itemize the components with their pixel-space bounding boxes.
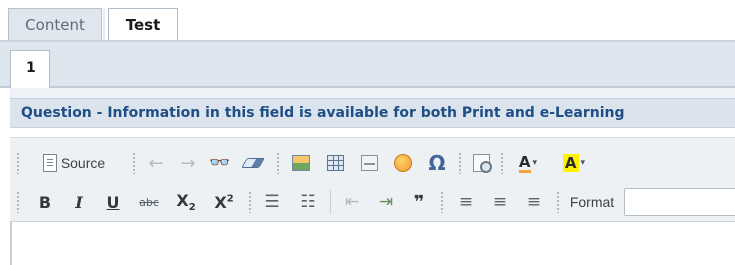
chevron-down-icon: ▾	[580, 158, 586, 168]
numbered-list-button[interactable]: ☰	[258, 188, 286, 216]
italic-button[interactable]: I	[66, 188, 92, 216]
strikethrough-icon: abc	[139, 195, 159, 209]
special-char-icon: Ω	[428, 151, 446, 175]
toolbar-grip[interactable]	[16, 152, 20, 174]
blockquote-icon: ❞	[413, 191, 425, 213]
editor-left-edge	[10, 222, 12, 265]
format-label: Format	[569, 194, 615, 210]
format-select[interactable]	[624, 188, 735, 216]
text-color-icon: A	[518, 152, 531, 173]
editor-content-area[interactable]	[10, 221, 735, 265]
outdent-button[interactable]: ⇤	[338, 188, 366, 216]
strikethrough-button[interactable]: abc	[134, 188, 164, 216]
toolbar-row-2: B I U abc X2 X2 ☰ ☷ ⇤ ⇥ ❞ ≡ ≡ ≡ Format	[10, 185, 735, 219]
panel-title: Question - Information in this field is …	[21, 105, 625, 121]
find-icon: 👓	[209, 153, 231, 173]
panel-top-strip	[10, 88, 735, 98]
remove-format-button[interactable]	[240, 149, 266, 177]
toolbar-grip	[132, 152, 136, 174]
bold-button[interactable]: B	[32, 188, 58, 216]
preview-icon	[472, 154, 492, 173]
indent-icon: ⇥	[378, 192, 394, 212]
image-button[interactable]	[288, 149, 314, 177]
align-center-icon: ≡	[492, 192, 508, 212]
tab-separator	[103, 8, 105, 42]
format-label-container: Format	[566, 188, 618, 216]
chevron-down-icon: ▾	[532, 158, 538, 168]
toolbar-grip	[248, 191, 252, 213]
subscript-button[interactable]: X2	[170, 188, 202, 216]
panel-header: Question - Information in this field is …	[10, 98, 735, 128]
bg-color-button[interactable]: A ▾	[556, 149, 592, 177]
top-tab-bar: Content Test	[0, 0, 735, 42]
superscript-icon: X2	[214, 192, 234, 212]
tab-question-1[interactable]: 1	[10, 50, 50, 88]
underline-icon: U	[106, 192, 120, 212]
horizontal-rule-button[interactable]	[356, 149, 382, 177]
preview-button[interactable]	[468, 149, 494, 177]
underline-button[interactable]: U	[100, 188, 126, 216]
align-center-button[interactable]: ≡	[486, 188, 514, 216]
undo-icon: ←	[148, 152, 164, 174]
toolbar-grip[interactable]	[16, 191, 20, 213]
source-button[interactable]: Source	[26, 149, 122, 177]
blockquote-button[interactable]: ❞	[406, 188, 432, 216]
table-icon	[326, 155, 344, 171]
table-button[interactable]	[322, 149, 348, 177]
align-left-button[interactable]: ≡	[452, 188, 480, 216]
align-left-icon: ≡	[458, 192, 474, 212]
subscript-icon: X2	[176, 190, 196, 214]
editor-toolbar: Source ← → 👓 Ω A ▾ A ▾ B I U abc X2 X2 ☰…	[10, 137, 735, 221]
superscript-button[interactable]: X2	[208, 188, 240, 216]
toolbar-grip	[500, 152, 504, 174]
redo-icon: →	[180, 152, 196, 174]
question-tab-bar: 1	[0, 42, 735, 88]
align-right-icon: ≡	[526, 192, 542, 212]
toolbar-grip	[556, 191, 560, 213]
tab-content[interactable]: Content	[8, 8, 102, 42]
bulleted-list-icon: ☷	[300, 192, 316, 212]
bulleted-list-button[interactable]: ☷	[294, 188, 322, 216]
smiley-button[interactable]	[390, 149, 416, 177]
tab-test[interactable]: Test	[108, 8, 178, 42]
question-panel: Question - Information in this field is …	[10, 88, 735, 265]
toolbar-separator	[330, 190, 331, 214]
align-right-button[interactable]: ≡	[520, 188, 548, 216]
eraser-icon	[241, 158, 265, 168]
toolbar-grip	[276, 152, 280, 174]
indent-button[interactable]: ⇥	[372, 188, 400, 216]
bg-color-icon: A	[562, 154, 579, 172]
outdent-icon: ⇤	[344, 192, 360, 212]
undo-button[interactable]: ←	[144, 149, 168, 177]
bold-icon: B	[38, 192, 52, 212]
special-char-button[interactable]: Ω	[424, 149, 450, 177]
source-label: Source	[60, 155, 106, 171]
text-color-button[interactable]: A ▾	[510, 149, 546, 177]
toolbar-row-1: Source ← → 👓 Ω A ▾ A ▾	[10, 146, 735, 180]
redo-button[interactable]: →	[176, 149, 200, 177]
numbered-list-icon: ☰	[264, 192, 280, 212]
horizontal-rule-icon	[360, 155, 378, 171]
image-icon	[292, 155, 310, 171]
toolbar-grip	[458, 152, 462, 174]
source-icon	[42, 154, 57, 172]
find-button[interactable]: 👓	[208, 149, 232, 177]
italic-icon: I	[75, 192, 83, 212]
smiley-icon	[394, 154, 412, 172]
toolbar-grip	[440, 191, 444, 213]
